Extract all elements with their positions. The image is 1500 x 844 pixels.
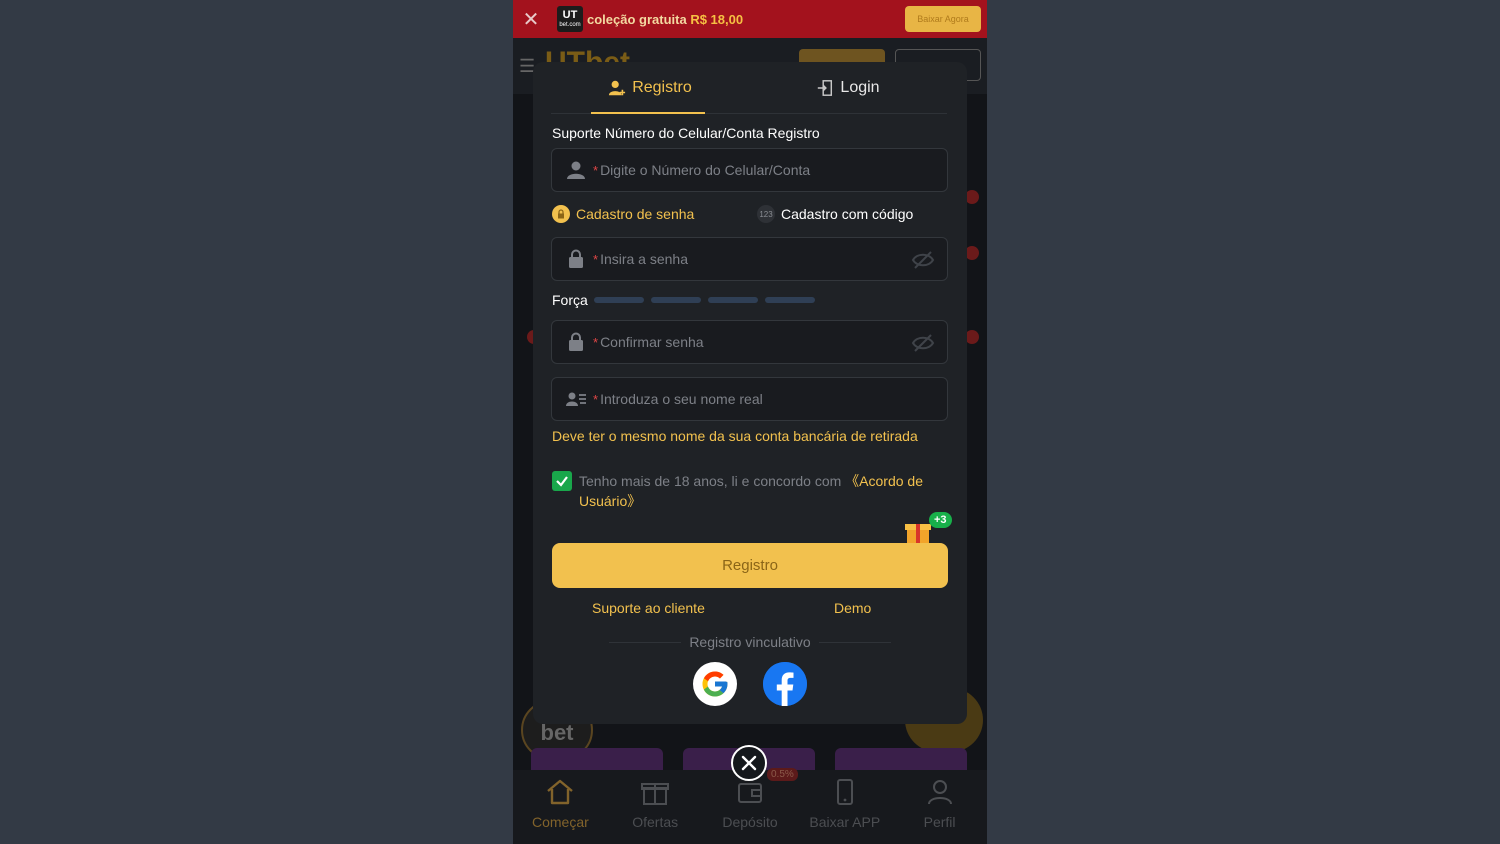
google-icon (702, 671, 728, 697)
tab-label: Login (840, 78, 880, 96)
nav-label: Perfil (923, 814, 956, 830)
binding-divider: Registro vinculativo (609, 634, 892, 650)
nav-label: Depósito (722, 814, 778, 830)
close-modal-button[interactable] (731, 745, 767, 781)
promo-label: coleção gratuita (587, 11, 691, 27)
logo-subtext: bet.com (559, 22, 581, 28)
required-mark: * (593, 334, 599, 350)
eye-hidden-icon[interactable] (911, 332, 935, 354)
user-icon (927, 780, 952, 805)
agreement-text: Tenho mais de 18 anos, li e concordo com… (579, 471, 929, 511)
nav-item-deposito[interactable]: Depósito (703, 770, 798, 844)
nav-item-ofertas[interactable]: Ofertas (608, 770, 703, 844)
password-strength: Força (552, 292, 822, 308)
facebook-login-button[interactable] (763, 662, 807, 706)
confirm-password-field[interactable]: * Confirmar senha (551, 320, 948, 364)
nav-item-comecar[interactable]: Começar (513, 770, 608, 844)
eye-hidden-icon[interactable] (911, 249, 935, 271)
demo-link[interactable]: Demo (834, 600, 871, 616)
lock-badge-icon (552, 205, 570, 223)
strength-bar (650, 297, 701, 303)
promo-banner: ✕ UT bet.com coleção gratuita R$ 18,00 B… (513, 0, 987, 38)
gift-bonus: +3 (903, 510, 955, 546)
section-label: Suporte Número do Celular/Conta Registro (552, 125, 820, 141)
app-logo: UT bet.com (557, 6, 583, 32)
auth-tabs: Registro Login (551, 62, 947, 114)
option-password-register[interactable]: Cadastro de senha (552, 205, 694, 223)
nav-label: Começar (532, 814, 589, 830)
agreement-row: Tenho mais de 18 anos, li e concordo com… (552, 471, 948, 511)
background-game-card (531, 748, 663, 770)
nav-item-baixar-app[interactable]: Baixar APP (797, 770, 892, 844)
divider-line (609, 641, 682, 643)
id-card-icon (566, 392, 586, 406)
strength-bar (593, 297, 644, 303)
check-icon (556, 476, 568, 487)
close-banner-icon[interactable]: ✕ (513, 7, 549, 32)
real-name-hint: Deve ter o mesmo nome da sua conta bancá… (552, 428, 918, 444)
agreement-label: Tenho mais de 18 anos, li e concordo com (579, 473, 846, 489)
nav-label: Ofertas (632, 814, 679, 830)
real-name-placeholder: Introduza o seu nome real (600, 391, 763, 407)
close-icon (741, 755, 757, 771)
home-icon (547, 779, 574, 805)
background-game-card (835, 748, 967, 770)
promo-text: coleção gratuita R$ 18,00 (587, 12, 743, 27)
tab-label: Registro (632, 78, 692, 96)
deposit-badge: 0.5% (767, 768, 798, 781)
required-mark: * (593, 391, 599, 407)
divider-line (818, 641, 892, 643)
gift-count-badge: +3 (929, 512, 952, 528)
real-name-field[interactable]: * Introduza o seu nome real (551, 377, 948, 421)
strength-bar (707, 297, 758, 303)
required-mark: * (593, 162, 599, 178)
password-field[interactable]: * Insira a senha (551, 237, 948, 281)
lock-icon (569, 249, 583, 268)
background-dot (965, 246, 979, 260)
gift-icon (641, 783, 670, 805)
tab-registro[interactable]: Registro (551, 62, 749, 114)
login-door-icon (818, 79, 833, 96)
required-mark: * (593, 251, 599, 267)
download-now-button[interactable]: Baixar Agora (905, 6, 981, 32)
user-add-icon (609, 80, 626, 95)
customer-support-link[interactable]: Suporte ao cliente (592, 600, 705, 616)
tab-login[interactable]: Login (749, 62, 947, 113)
code-badge-icon: 123 (757, 205, 775, 223)
lock-icon (569, 332, 583, 351)
confirm-placeholder: Confirmar senha (600, 334, 704, 350)
phone-icon (836, 779, 853, 805)
person-icon (567, 161, 585, 179)
option-code-register[interactable]: 123 Cadastro com código (757, 205, 913, 223)
background-dot (965, 330, 979, 344)
password-placeholder: Insira a senha (600, 251, 689, 267)
register-modal: Registro Login Suporte Número do Celular… (533, 62, 967, 724)
option-label: Cadastro com código (781, 206, 914, 222)
strength-bar (764, 297, 815, 303)
nav-label: Baixar APP (809, 814, 881, 830)
nav-item-perfil[interactable]: Perfil (892, 770, 987, 844)
promo-amount: R$ 18,00 (690, 11, 744, 27)
register-button[interactable]: Registro (552, 543, 948, 588)
account-field[interactable]: * Digite o Número do Celular/Conta (551, 148, 948, 192)
bottom-nav: Começar Ofertas Depósito Baixar APP Perf… (513, 770, 987, 844)
account-placeholder: Digite o Número do Celular/Conta (600, 162, 811, 178)
divider-text: Registro vinculativo (689, 634, 811, 650)
google-login-button[interactable] (693, 662, 737, 706)
strength-label: Força (552, 292, 588, 308)
logo-text: UT (562, 9, 578, 21)
option-label: Cadastro de senha (576, 206, 695, 222)
facebook-icon (763, 662, 807, 706)
agreement-checkbox[interactable] (552, 471, 572, 491)
background-dot (965, 190, 979, 204)
